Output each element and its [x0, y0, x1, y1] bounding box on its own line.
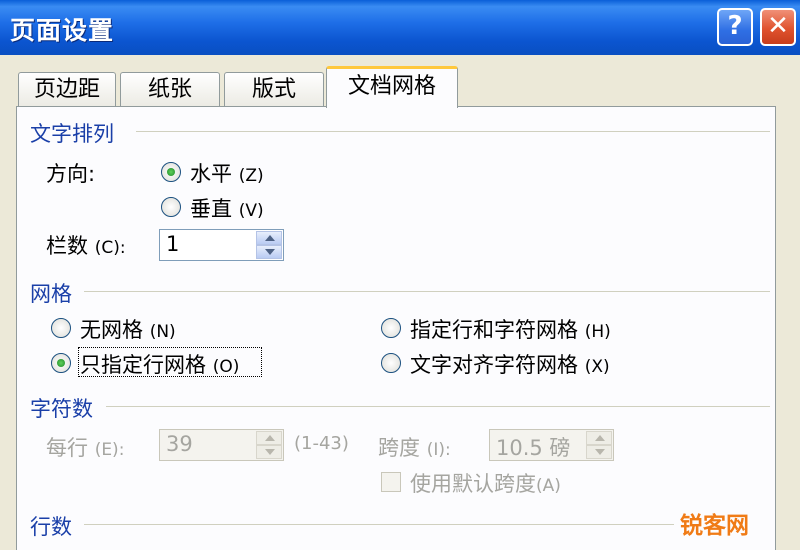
tab-margins[interactable]: 页边距 — [18, 72, 116, 106]
section-divider — [84, 524, 674, 525]
close-icon-button[interactable]: ✕ — [760, 8, 796, 46]
default-pitch-checkbox[interactable] — [381, 472, 401, 492]
columns-value[interactable]: 1 — [166, 232, 179, 256]
stepper-buttons — [256, 431, 282, 459]
section-divider — [136, 131, 770, 132]
radio-vertical[interactable] — [161, 197, 181, 217]
section-grid: 网格 — [30, 282, 72, 306]
tab-document-grid[interactable]: 文档网格 — [326, 66, 458, 108]
spin-up-icon[interactable] — [256, 431, 282, 445]
direction-label: 方向: — [46, 162, 96, 186]
tab-layout[interactable]: 版式 — [224, 72, 324, 106]
pitch-stepper[interactable]: 10.5 磅 — [489, 429, 614, 461]
spin-up-icon[interactable] — [586, 431, 612, 445]
radio-snap-to-char-grid[interactable] — [381, 353, 401, 373]
section-divider — [84, 291, 770, 292]
radio-vertical-label[interactable]: 垂直 (V) — [190, 193, 264, 223]
section-lines: 行数 — [30, 515, 72, 539]
focus-rectangle — [78, 347, 262, 377]
section-text-direction: 文字排列 — [30, 122, 114, 146]
chars-per-line-label: 每行 (E): — [46, 436, 125, 460]
radio-no-grid-label[interactable]: 无网格 (N) — [80, 314, 176, 344]
spin-up-icon[interactable] — [256, 231, 282, 245]
spin-down-icon[interactable] — [586, 445, 612, 459]
chars-per-line-value[interactable]: 39 — [166, 432, 193, 456]
radio-horizontal[interactable] — [161, 162, 181, 182]
help-icon-button[interactable]: ? — [717, 8, 753, 46]
columns-stepper[interactable]: 1 — [159, 229, 284, 261]
window-title: 页面设置 — [10, 16, 115, 45]
spin-down-icon[interactable] — [256, 245, 282, 259]
radio-snap-to-char-grid-label[interactable]: 文字对齐字符网格 (X) — [410, 349, 610, 379]
section-characters: 字符数 — [30, 397, 93, 421]
chars-range: (1-43) — [294, 433, 349, 454]
spin-down-icon[interactable] — [256, 445, 282, 459]
section-divider — [106, 406, 770, 407]
pitch-value[interactable]: 10.5 磅 — [496, 432, 570, 462]
columns-label: 栏数 (C): — [46, 234, 126, 258]
default-pitch-label[interactable]: 使用默认跨度(A) — [410, 468, 561, 498]
pitch-label: 跨度 (I): — [378, 436, 451, 460]
chars-per-line-stepper[interactable]: 39 — [159, 429, 284, 461]
title-bar[interactable]: 页面设置 ? ✕ — [0, 0, 800, 55]
radio-horizontal-label[interactable]: 水平 (Z) — [190, 158, 264, 188]
stepper-buttons — [256, 231, 282, 259]
radio-line-grid-only[interactable] — [51, 353, 71, 373]
radio-line-and-char-grid-label[interactable]: 指定行和字符网格 (H) — [410, 314, 611, 344]
radio-no-grid[interactable] — [51, 318, 71, 338]
radio-line-and-char-grid[interactable] — [381, 318, 401, 338]
tab-paper[interactable]: 纸张 — [120, 72, 220, 106]
page-setup-dialog: 页面设置 ? ✕ 页边距 纸张 版式 文档网格 文字排列 方向: 水平 (Z) … — [0, 0, 800, 550]
watermark-logo: 锐客网 — [680, 513, 749, 539]
stepper-buttons — [586, 431, 612, 459]
